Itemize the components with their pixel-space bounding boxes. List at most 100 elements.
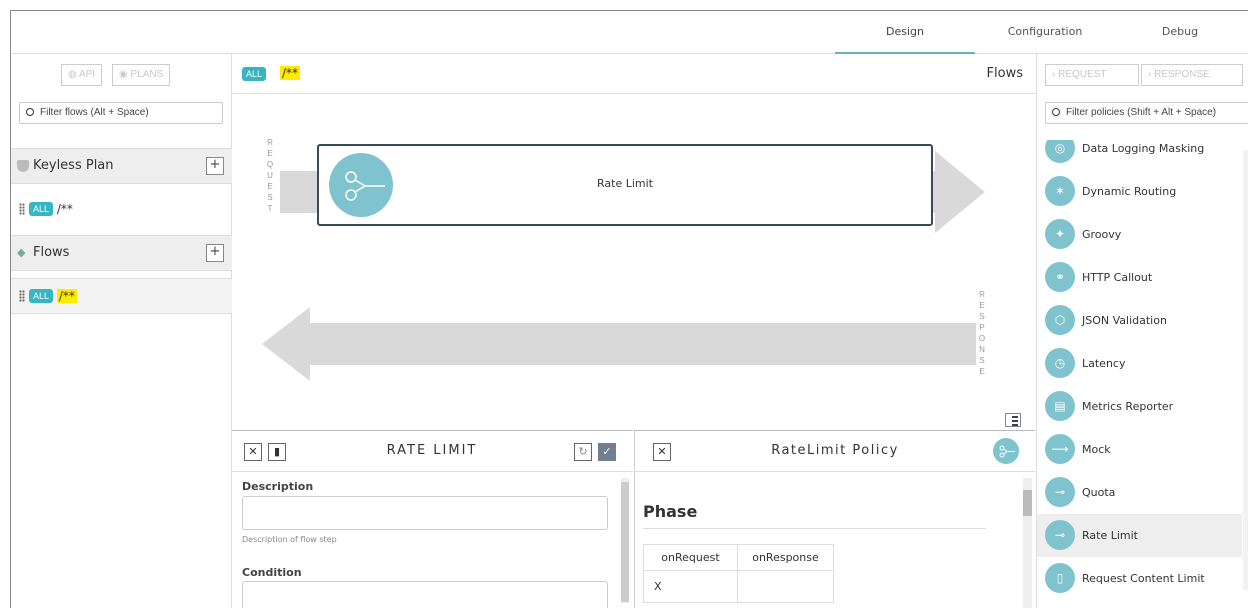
tab-debug[interactable]: Debug — [1115, 11, 1245, 54]
method-badge: ALL — [29, 202, 54, 216]
policy-list-scrollbar[interactable] — [1243, 150, 1248, 590]
vertical-letter: R — [267, 138, 273, 147]
vertical-letter: R — [979, 290, 985, 299]
step-panel-scrollbar[interactable] — [621, 478, 629, 603]
groovy-icon: ✦ — [1045, 219, 1075, 249]
metrics-icon: ▤ — [1045, 391, 1075, 421]
request-toggle-button[interactable]: › REQUEST — [1045, 64, 1139, 86]
mask-icon: ◎ — [1045, 140, 1075, 163]
add-flow-button[interactable]: + — [206, 244, 224, 262]
policy-label: Rate Limit — [1082, 529, 1138, 542]
reset-icon[interactable]: ↻ — [574, 443, 592, 461]
policy-label: Groovy — [1082, 228, 1122, 241]
policy-label: Request Content Limit — [1082, 572, 1205, 585]
divider — [643, 528, 986, 529]
chevron-left-icon: ‹ — [1148, 69, 1152, 80]
policy-panel-scrollbar[interactable] — [1023, 478, 1032, 608]
rate-limit-icon — [993, 438, 1019, 464]
top-navigation-bar: Design Configuration Debug — [10, 10, 1248, 54]
api-icon: ◍ — [68, 69, 77, 80]
description-help-text: Description of flow step — [242, 535, 337, 544]
json-validation-icon: ⬡ — [1045, 305, 1075, 335]
plan-section-header[interactable]: Keyless Plan + — [11, 148, 232, 184]
latency-icon: ◷ — [1045, 348, 1075, 378]
flow-path: /** — [280, 66, 301, 80]
content-limit-icon: ▯ — [1045, 563, 1075, 593]
rate-limit-icon: ⊸ — [1045, 520, 1075, 550]
policy-item[interactable]: ⊸ Rate Limit — [1037, 514, 1242, 557]
vertical-letter: E — [267, 182, 273, 191]
policy-item[interactable]: ✦ Groovy — [1037, 213, 1242, 256]
vertical-letter: E — [979, 301, 985, 310]
flow-path: /** — [56, 202, 73, 216]
plan-section-title: Keyless Plan — [33, 158, 114, 173]
add-plan-flow-button[interactable]: + — [206, 157, 224, 175]
policy-list: ◎ Data Logging Masking ✶ Dynamic Routing ✦ Gr… — [1037, 140, 1248, 608]
filter-flows-input[interactable]: Filter flows (Alt + Space) — [19, 102, 223, 124]
column-header: onRequest — [643, 544, 738, 571]
vertical-letter: E — [267, 149, 273, 158]
request-toggle-label: REQUEST — [1058, 69, 1107, 80]
policy-panel-title: RateLimit Policy — [771, 443, 899, 458]
search-icon — [26, 108, 34, 116]
drag-handle-icon[interactable] — [19, 290, 25, 302]
policy-label: Data Logging Masking — [1082, 142, 1205, 155]
method-badge: ALL — [29, 289, 54, 303]
cube-icon: ◆ — [17, 246, 26, 259]
policy-item[interactable]: ◎ Data Logging Masking — [1037, 140, 1242, 170]
policy-panel-header: ✕ RateLimit Policy — [634, 430, 1035, 472]
policy-label: Mock — [1082, 443, 1111, 456]
flows-section-header[interactable]: ◆ Flows + — [11, 235, 232, 271]
rate-limit-step-card[interactable]: Rate Limit — [317, 144, 933, 226]
policy-item[interactable]: ⟶ Mock — [1037, 428, 1242, 471]
phase-table: onRequest onResponse X — [643, 544, 834, 603]
step-name: Rate Limit — [597, 177, 653, 190]
vertical-letter: S — [979, 356, 985, 365]
policy-item[interactable]: ▯ Request Content Limit — [1037, 557, 1242, 600]
save-check-icon[interactable]: ✓ — [598, 443, 616, 461]
policy-item[interactable]: ◷ Latency — [1037, 342, 1242, 385]
tab-configuration[interactable]: Configuration — [975, 11, 1115, 54]
vertical-letter: S — [267, 193, 273, 202]
api-toggle-button[interactable]: ◍ API — [61, 64, 103, 86]
response-toggle-button[interactable]: ‹ RESPONSE — [1141, 64, 1243, 86]
policies-sidebar: › REQUEST ‹ RESPONSE Filter policies (Sh… — [1036, 54, 1248, 608]
policy-item[interactable]: ⬡ JSON Validation — [1037, 299, 1242, 342]
close-icon[interactable]: ✕ — [653, 443, 671, 461]
selected-flow-item[interactable]: ALL /** — [11, 278, 232, 314]
policy-item[interactable]: ✶ Dynamic Routing — [1037, 170, 1242, 213]
vertical-letter: U — [267, 171, 273, 180]
plans-toggle-button[interactable]: ◉ PLANS — [112, 64, 171, 86]
policy-item[interactable]: ⚭ HTTP Callout — [1037, 256, 1242, 299]
policy-label: Dynamic Routing — [1082, 185, 1177, 198]
description-input[interactable] — [242, 496, 608, 530]
vertical-letter: N — [979, 345, 985, 354]
response-label: RESPONSE — [976, 289, 988, 377]
tab-design[interactable]: Design — [835, 11, 975, 54]
quota-icon: ⊸ — [1045, 477, 1075, 507]
step-panel-header: ✕ ▮ RATE LIMIT ↻ ✓ — [232, 430, 633, 472]
policy-label: HTTP Callout — [1082, 271, 1153, 284]
condition-input[interactable] — [242, 581, 608, 608]
documentation-icon[interactable]: ▮ — [268, 443, 286, 461]
phase-heading: Phase — [643, 502, 698, 521]
policy-label: JSON Validation — [1082, 314, 1167, 327]
condition-label: Condition — [242, 566, 302, 579]
list-view-icon[interactable] — [1005, 413, 1021, 427]
policy-label: Metrics Reporter — [1082, 400, 1174, 413]
step-panel-body: Description Description of flow step Con… — [232, 472, 633, 608]
description-label: Description — [242, 480, 314, 493]
close-icon[interactable]: ✕ — [244, 443, 262, 461]
flows-sidebar: ◍ API ◉ PLANS Filter flows (Alt + Space)… — [10, 54, 232, 608]
plan-flow-item[interactable]: ALL /** — [11, 192, 232, 228]
drag-handle-icon[interactable] — [19, 203, 25, 215]
policy-item[interactable]: ▤ Metrics Reporter — [1037, 385, 1242, 428]
plans-toggle-label: PLANS — [130, 69, 164, 80]
filter-policies-input[interactable]: Filter policies (Shift + Alt + Space) — [1045, 102, 1248, 124]
table-cell: X — [643, 570, 738, 603]
vertical-letter: E — [979, 367, 985, 376]
column-header: onResponse — [737, 544, 834, 571]
response-arrow — [262, 307, 976, 381]
policy-item[interactable]: ⊸ Quota — [1037, 471, 1242, 514]
policy-label: Latency — [1082, 357, 1126, 370]
